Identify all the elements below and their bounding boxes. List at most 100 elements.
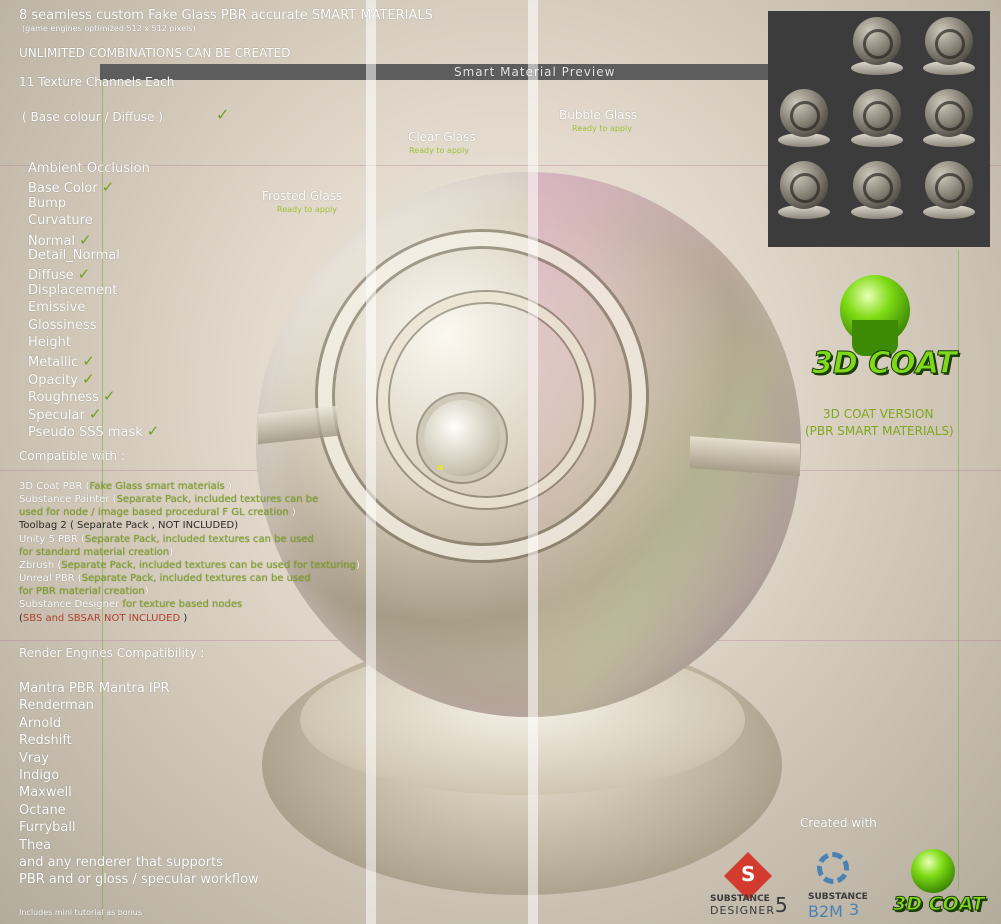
check-icon: ✓ [216, 105, 230, 124]
preview-title-bar: Smart Material Preview [100, 64, 800, 80]
compatible-item: (SBS and SBSAR NOT INCLUDED ) [19, 613, 187, 624]
channel-item: Detail_Normal [28, 248, 120, 263]
material-thumbnail [921, 89, 977, 149]
channel-label: Detail_Normal [28, 248, 120, 263]
channel-label: Normal [28, 233, 76, 249]
channel-item: Height [28, 335, 71, 350]
guide-line [958, 250, 959, 890]
3dcoat-logo-text: 3D COAT [812, 346, 958, 382]
substance-designer-line2: DESIGNER [710, 904, 775, 917]
sphere-core [424, 400, 500, 476]
channel-label: Emissive [28, 300, 86, 316]
divider-stripe [528, 0, 538, 924]
check-icon: ✓ [82, 352, 95, 371]
thumbnail-ring [935, 101, 965, 131]
render-engine-item: Maxwell [19, 785, 72, 801]
render-engine-item: PBR and or gloss / specular workflow [19, 872, 259, 888]
material-thumbnail [921, 17, 977, 77]
channel-item: Glossiness [28, 318, 97, 333]
channel-label: Ambient Occlusion [28, 161, 150, 176]
render-engine-item: Mantra PBR Mantra IPR [19, 681, 170, 696]
unlimited-text: UNLIMITED COMBINATIONS CAN BE CREATED [19, 46, 291, 60]
3dcoat-small-ball [911, 849, 955, 893]
compatible-item: Substance Designer for texture based nod… [19, 599, 242, 610]
channel-item: Ambient Occlusion [28, 161, 150, 176]
compatible-note: used for node / image based procedural F… [19, 507, 289, 518]
channel-label: Roughness [28, 390, 99, 406]
channel-label: Height [28, 335, 71, 350]
channel-label: Base Color [28, 181, 98, 197]
compatible-name: Substance Painter ( [19, 494, 117, 505]
b2m-gear-icon [817, 852, 849, 884]
material-thumbnail [776, 89, 832, 149]
render-engine-item: Indigo [19, 768, 60, 783]
compatible-note: for PBR material creation [19, 586, 145, 597]
thumbnail-ring [935, 173, 965, 203]
compatible-note: Fake Glass smart materials [89, 481, 225, 492]
channel-label: Displacement [28, 282, 118, 298]
sphere-ring-inner [378, 292, 594, 508]
compatible-name: Zbrush ( [19, 560, 62, 571]
channel-item: Specular ✓ [28, 405, 101, 423]
center-dot [438, 465, 443, 470]
material-label-clear-glass: Clear Glass [408, 130, 476, 144]
compatible-note: SBS and SBSAR NOT INCLUDED [22, 613, 181, 624]
compatible-item: for PBR material creation) [19, 586, 149, 597]
compatible-close: ) [224, 481, 232, 492]
render-engine-item: Octane [19, 802, 66, 818]
thumbnail-ring [935, 29, 965, 59]
b2m-num: 3 [849, 900, 860, 919]
channel-label: Metallic [28, 355, 79, 371]
channel-label: Pseudo SSS mask [28, 425, 143, 440]
compatible-note: Separate Pack, included textures can be … [61, 560, 356, 571]
compatible-note: Separate Pack, included textures can be … [81, 573, 311, 584]
thumbnail-ring [790, 101, 820, 131]
compatible-item: Unreal PBR (Separate Pack, included text… [19, 573, 311, 584]
channel-item: Curvature [28, 213, 93, 228]
channel-label: Glossiness [28, 317, 97, 333]
material-label-frosted-glass: Frosted Glass [262, 189, 343, 203]
page-subtitle: (game engines optimized 512 x 512 pixels… [22, 24, 196, 33]
material-label-bubble-glass: Bubble Glass [559, 108, 638, 122]
render-engine-item: Arnold [19, 715, 62, 731]
compatible-item: used for node / image based procedural F… [19, 507, 296, 518]
material-thumbnail [849, 17, 905, 77]
b2m-line2: B2M [808, 902, 843, 921]
channel-label: Bump [28, 195, 67, 211]
compatible-note: Separate Pack, included textures can be [116, 494, 319, 505]
substance-designer-s: S [741, 862, 756, 886]
material-thumbnail [849, 89, 905, 149]
material-thumbnail [849, 161, 905, 221]
material-thumbnails [768, 11, 990, 247]
compatible-note: Separate Pack, included textures can be … [84, 534, 314, 545]
render-engine-item: Vray [19, 750, 49, 766]
check-icon: ✓ [82, 369, 95, 388]
substance-designer-line1: SUBSTANCE [710, 894, 770, 904]
thumbnail-ring [863, 101, 893, 131]
channel-item: Opacity ✓ [28, 370, 95, 388]
compatible-name: 3D Coat PBR ( [19, 481, 90, 492]
compatible-item: Substance Painter (Separate Pack, includ… [19, 494, 318, 505]
render-engine-item: and any renderer that supports [19, 855, 223, 870]
compatible-close: ) [144, 586, 149, 597]
page-title: 8 seamless custom Fake Glass PBR accurat… [19, 8, 433, 23]
channel-item: Displacement [28, 283, 117, 298]
material-thumbnail [776, 161, 832, 221]
render-engine-item: Renderman [19, 698, 94, 714]
render-engine-item: Redshift [19, 733, 72, 749]
check-icon: ✓ [77, 265, 91, 284]
material-status-frosted-glass: Ready to apply [277, 205, 337, 214]
compatible-note: for texture based nodes [119, 599, 243, 610]
compatible-close: ) [180, 613, 188, 624]
channel-item: Diffuse ✓ [28, 265, 90, 283]
compatible-item: for standard material creation) [19, 547, 173, 558]
compatible-title: Compatible with : [19, 449, 125, 463]
channel-label: Opacity [28, 372, 79, 388]
channel-item: Bump [28, 196, 66, 211]
compatible-close: ) [288, 507, 296, 518]
channel-label: Curvature [28, 213, 93, 229]
thumbnail-ring [863, 29, 893, 59]
channel-item: Emissive [28, 300, 85, 315]
base-colour-note: ( Base colour / Diffuse ) [22, 110, 163, 124]
check-icon: ✓ [88, 404, 102, 423]
